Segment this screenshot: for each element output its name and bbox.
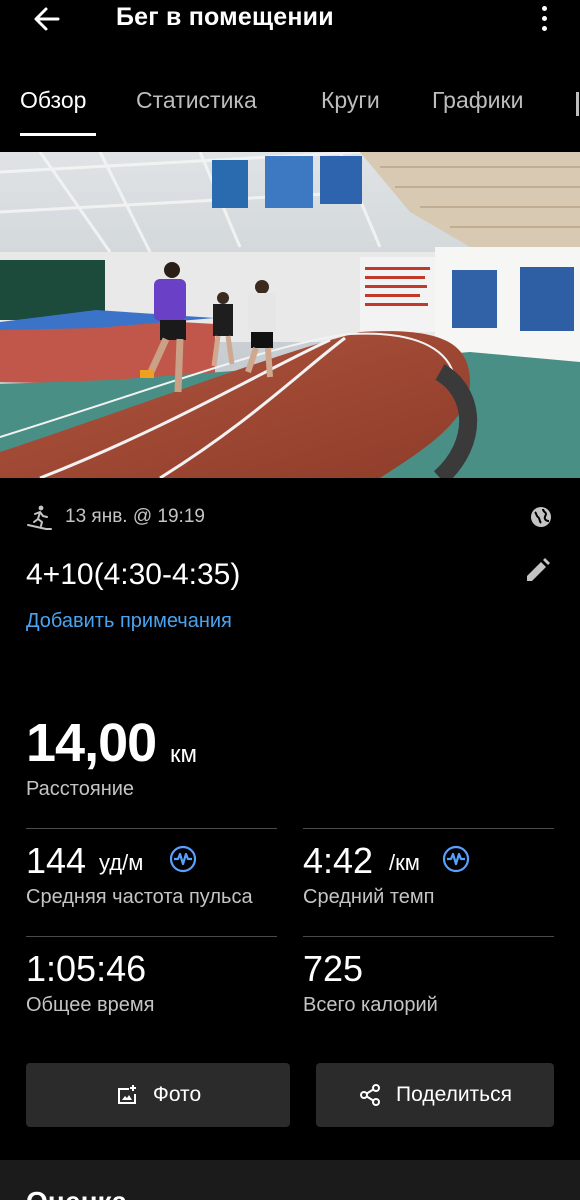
back-button[interactable] — [30, 2, 64, 36]
rating-section: Оценка — [0, 1160, 580, 1200]
pace-value: 4:42 — [303, 840, 374, 881]
globe-icon[interactable] — [528, 504, 554, 530]
activity-date: 13 янв. @ 19:19 — [65, 506, 205, 527]
treadmill-icon — [27, 505, 52, 530]
more-vert-dot — [541, 25, 547, 31]
section-title: Оценка — [26, 1186, 127, 1200]
tab-overflow-edge — [576, 92, 579, 116]
pencil-icon[interactable] — [522, 556, 552, 586]
heart-rate-value: 144 — [26, 840, 87, 881]
divider — [26, 936, 277, 937]
add-notes-link[interactable]: Добавить примечания — [26, 610, 232, 633]
arrow-left-icon — [34, 7, 60, 31]
waveform-icon[interactable] — [442, 845, 470, 873]
add-photo-button[interactable]: Фото — [26, 1063, 290, 1127]
tab-indicator — [20, 133, 96, 136]
total-time-label: Общее время — [26, 994, 155, 1016]
divider — [303, 828, 554, 829]
share-button[interactable]: Поделиться — [316, 1063, 554, 1127]
calories-label: Всего калорий — [303, 994, 438, 1016]
heart-rate-unit: уд/м — [99, 850, 144, 875]
indoor-track-image — [0, 152, 580, 478]
divider — [26, 828, 277, 829]
divider — [303, 936, 554, 937]
distance-value: 14,00 — [26, 713, 157, 773]
add-photo-label: Фото — [152, 1083, 202, 1106]
more-vert-icon — [541, 5, 547, 11]
heart-rate-label: Средняя частота пульса — [26, 886, 253, 908]
pace-label: Средний темп — [303, 886, 435, 908]
distance-label: Расстояние — [26, 778, 135, 800]
workout-name: 4+10(4:30-4:35) — [26, 558, 241, 591]
activity-photo[interactable] — [0, 152, 580, 478]
top-app-bar: Бег в помещении — [0, 0, 580, 38]
page-title: Бег в помещении — [116, 3, 334, 31]
pace-unit: /км — [389, 850, 420, 875]
distance-unit: км — [170, 741, 197, 768]
waveform-icon[interactable] — [169, 845, 197, 873]
activity-meta: 13 янв. @ 19:19 — [26, 504, 554, 530]
add-photo-icon — [117, 1085, 136, 1104]
tab-charts[interactable]: Графики — [432, 87, 523, 114]
tab-bar: Обзор Статистика Круги Графики — [0, 82, 580, 138]
more-vert-dot — [541, 15, 547, 21]
tab-overview[interactable]: Обзор — [20, 87, 86, 114]
more-options-button[interactable] — [530, 0, 558, 36]
tab-laps[interactable]: Круги — [321, 87, 380, 114]
calories-value: 725 — [303, 948, 364, 989]
tab-statistics[interactable]: Статистика — [136, 87, 257, 114]
total-time-value: 1:05:46 — [26, 948, 147, 989]
share-icon — [360, 1084, 381, 1106]
share-label: Поделиться — [396, 1083, 512, 1106]
